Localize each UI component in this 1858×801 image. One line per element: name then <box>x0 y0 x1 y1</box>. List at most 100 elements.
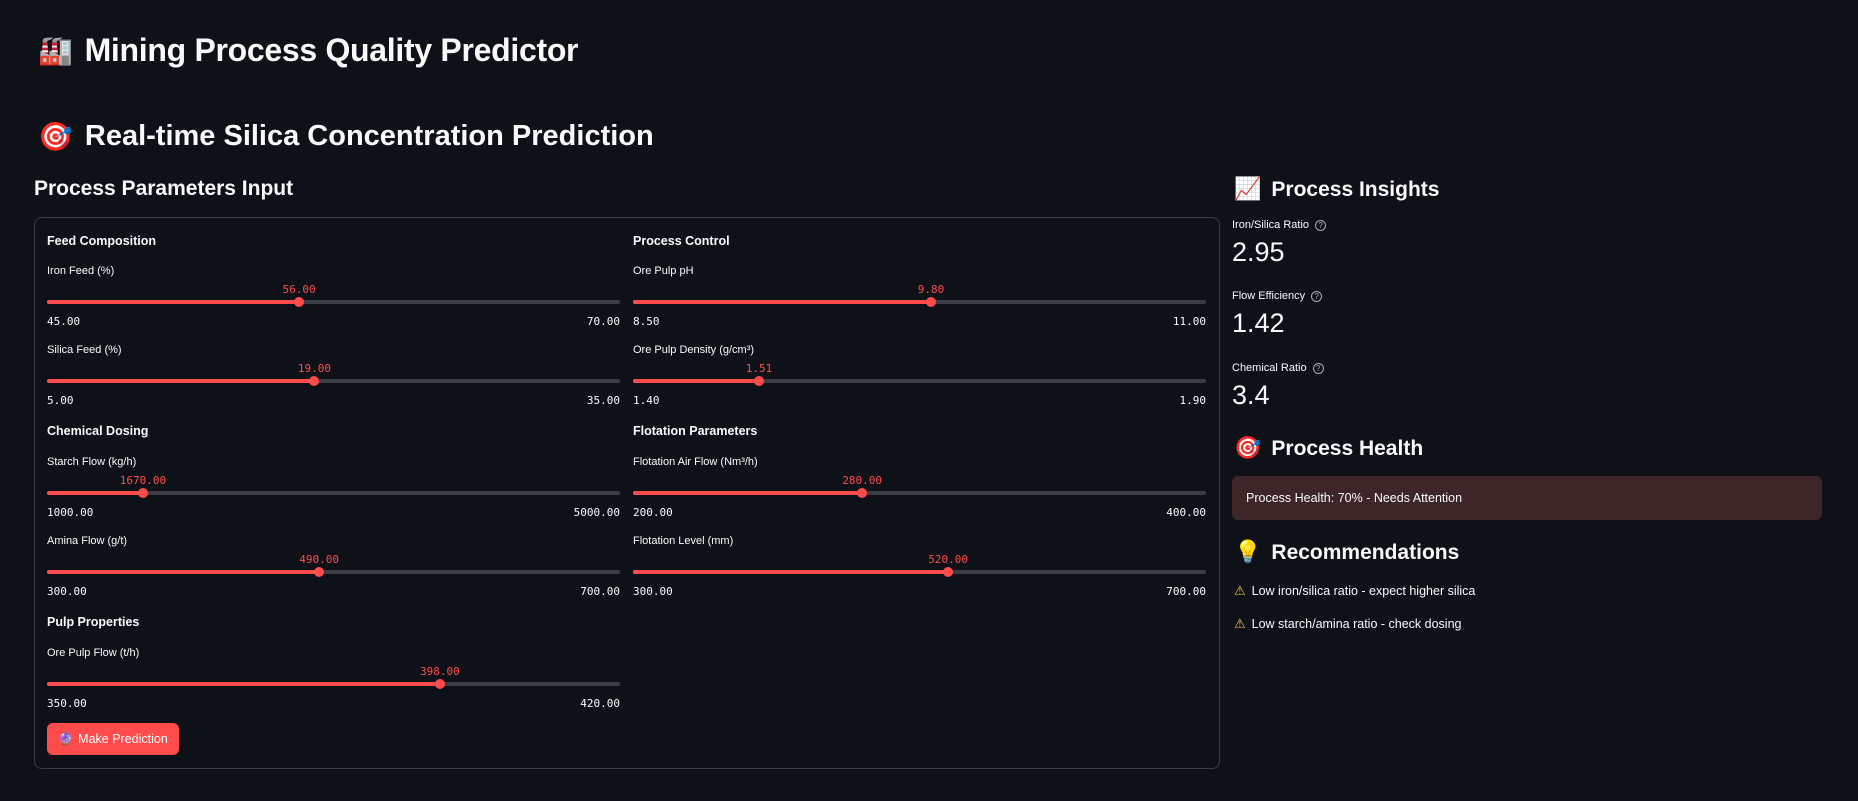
ore-pulp-ph-slider[interactable]: Ore Pulp pH 9.80 8.50 11.00 <box>633 265 1206 328</box>
metric-value: 2.95 <box>1232 237 1285 267</box>
slider-max: 700.00 <box>580 585 620 598</box>
slider-track[interactable] <box>47 679 620 689</box>
slider-current-value: 490.00 <box>299 553 340 566</box>
slider-current-value: 398.00 <box>420 665 460 678</box>
slider-label: Starch Flow (kg/h) <box>47 456 137 468</box>
slider-label: Iron Feed (%) <box>47 265 115 277</box>
inputs-heading: Process Parameters Input <box>34 177 293 201</box>
flotation-air-flow-slider[interactable]: Flotation Air Flow (Nm³/h) 280.00 200.00 40… <box>633 456 1206 519</box>
slider-thumb[interactable] <box>754 376 765 386</box>
app-title-text: Mining Process Quality Predictor <box>84 32 579 68</box>
slider-fill <box>633 570 949 574</box>
slider-thumb[interactable] <box>434 679 445 689</box>
slider-label: Amina Flow (g/t) <box>47 535 128 547</box>
slider-max: 400.00 <box>1166 506 1206 519</box>
section-title: 🎯 Real-time Silica Concentration Predict… <box>38 120 654 153</box>
slider-track[interactable] <box>47 297 620 307</box>
help-icon[interactable]: ? <box>1315 219 1327 231</box>
flotation-level-slider[interactable]: Flotation Level (mm) 520.00 300.00 700.00 <box>633 535 1206 598</box>
slider-thumb[interactable] <box>294 297 305 307</box>
slider-fill <box>633 300 931 304</box>
slider-current-value: 1670.00 <box>119 474 167 487</box>
metric-iron-silica-ratio: Iron/Silica Ratio ? 2.95 <box>1232 219 1327 268</box>
slider-track[interactable] <box>47 376 620 386</box>
slider-max: 700.00 <box>1166 585 1206 598</box>
slider-track[interactable] <box>633 488 1206 498</box>
slider-track[interactable] <box>633 376 1206 386</box>
slider-label: Silica Feed (%) <box>47 344 122 356</box>
slider-current-value: 1.51 <box>745 362 773 375</box>
make-prediction-label: Make Prediction <box>78 732 168 746</box>
slider-current-value: 520.00 <box>928 553 969 566</box>
slider-label: Flotation Air Flow (Nm³/h) <box>633 456 758 468</box>
slider-thumb[interactable] <box>309 376 320 386</box>
slider-track[interactable] <box>633 297 1206 307</box>
slider-label: Ore Pulp Density (g/cm³) <box>633 344 755 356</box>
amina-flow-slider[interactable]: Amina Flow (g/t) 490.00 300.00 700.00 <box>47 535 620 598</box>
slider-min: 1.40 <box>633 394 660 407</box>
silica-feed-slider[interactable]: Silica Feed (%) 19.00 5.00 35.00 <box>47 344 620 407</box>
slider-fill <box>47 682 440 686</box>
slider-thumb[interactable] <box>314 567 325 577</box>
slider-current-value: 280.00 <box>842 474 883 487</box>
warning-icon: ⚠ <box>1234 583 1246 598</box>
process-health-status: Process Health: 70% - Needs Attention <box>1246 491 1463 505</box>
warning-icon: ⚠ <box>1234 616 1246 631</box>
slider-min: 1000.00 <box>47 506 94 519</box>
slider-label: Ore Pulp pH <box>633 265 694 277</box>
slider-track[interactable] <box>47 488 620 498</box>
target-icon: 🎯 <box>38 120 73 153</box>
crystal-ball-icon: 🔮 <box>58 732 74 746</box>
app-page: 🏭 Mining Process Quality Predictor 🎯 Rea… <box>0 0 1858 801</box>
recommendations-heading: 💡 Recommendations <box>1234 540 1459 565</box>
group-feed-composition: Feed Composition <box>47 234 157 248</box>
iron-feed-slider[interactable]: Iron Feed (%) 56.00 45.00 70.00 <box>47 265 620 328</box>
metric-value: 3.4 <box>1232 380 1270 410</box>
insights-heading: 📈 Process Insights <box>1234 177 1439 202</box>
slider-current-value: 9.80 <box>917 283 945 296</box>
ore-pulp-flow-slider[interactable]: Ore Pulp Flow (t/h) 398.00 350.00 420.00 <box>47 647 620 710</box>
slider-max: 420.00 <box>580 697 620 710</box>
slider-track[interactable] <box>47 567 620 577</box>
slider-fill <box>47 300 300 304</box>
recommendations-heading-text: Recommendations <box>1271 540 1460 564</box>
metric-value: 1.42 <box>1232 308 1285 338</box>
group-flotation-parameters: Flotation Parameters <box>633 424 758 438</box>
slider-fill <box>47 570 320 574</box>
group-chemical-dosing: Chemical Dosing <box>47 424 149 438</box>
slider-current-value: 19.00 <box>297 362 331 375</box>
slider-max: 35.00 <box>586 394 620 407</box>
slider-min: 8.50 <box>633 315 660 328</box>
help-icon[interactable]: ? <box>1312 362 1324 374</box>
slider-thumb[interactable] <box>137 488 148 498</box>
recommendation-item: ⚠ Low iron/silica ratio - expect higher … <box>1234 583 1475 599</box>
metric-label: Iron/Silica Ratio <box>1232 219 1310 231</box>
slider-max: 11.00 <box>1172 315 1206 328</box>
starch-flow-slider[interactable]: Starch Flow (kg/h) 1670.00 1000.00 5000.00 <box>47 456 620 519</box>
help-icon[interactable]: ? <box>1311 290 1323 302</box>
recommendation-text: Low iron/silica ratio - expect higher si… <box>1251 584 1476 598</box>
slider-fill <box>633 379 760 383</box>
slider-label: Flotation Level (mm) <box>633 535 734 547</box>
slider-thumb[interactable] <box>925 297 936 307</box>
recommendation-text: Low starch/amina ratio - check dosing <box>1251 617 1462 631</box>
metric-label: Flow Efficiency <box>1232 290 1306 302</box>
slider-track[interactable] <box>633 567 1206 577</box>
make-prediction-button[interactable]: 🔮 Make Prediction <box>47 723 179 755</box>
slider-min: 300.00 <box>633 585 673 598</box>
inputs-heading-text: Process Parameters Input <box>34 177 294 200</box>
recommendation-item: ⚠ Low starch/amina ratio - check dosing <box>1234 616 1461 632</box>
ore-pulp-density-slider[interactable]: Ore Pulp Density (g/cm³) 1.51 1.40 1.90 <box>633 344 1206 407</box>
slider-label: Ore Pulp Flow (t/h) <box>47 647 140 659</box>
slider-thumb[interactable] <box>943 567 954 577</box>
slider-fill <box>633 491 863 495</box>
slider-thumb[interactable] <box>857 488 868 498</box>
metric-label-row: Flow Efficiency ? <box>1232 290 1323 302</box>
metric-flow-efficiency: Flow Efficiency ? 1.42 <box>1232 290 1323 339</box>
factory-icon: 🏭 <box>38 34 73 67</box>
slider-max: 70.00 <box>586 315 620 328</box>
health-heading-text: Process Health <box>1271 436 1424 460</box>
slider-min: 300.00 <box>47 585 87 598</box>
metric-label: Chemical Ratio <box>1232 362 1307 374</box>
app-title: 🏭 Mining Process Quality Predictor <box>38 32 579 69</box>
